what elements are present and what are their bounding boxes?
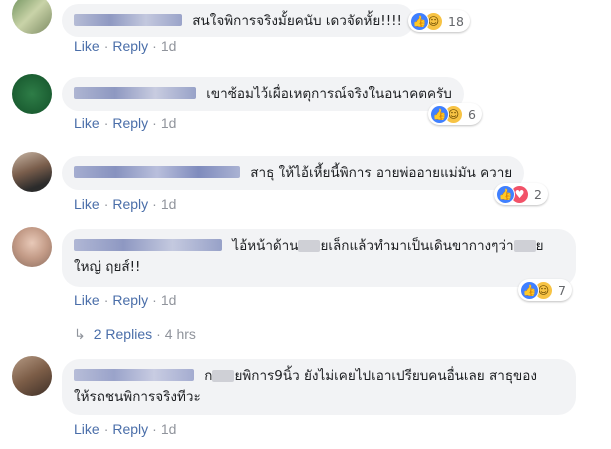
comment-bubble: เขาซ้อมไว้เผื่อเหตุการณ์จริงในอนาคตครับ: [62, 77, 464, 111]
separator-dot: ·: [152, 421, 157, 437]
like-reaction-icon: 👍: [496, 184, 515, 204]
timestamp[interactable]: 1d: [161, 38, 177, 54]
reaction-summary[interactable]: 👍 ☺ 7: [518, 279, 572, 301]
comment-bubble: สนใจพิการจริงมั้ยคนับ เดวจัดหั้ย!!!!: [62, 4, 414, 37]
separator-dot: ·: [103, 421, 109, 437]
view-replies[interactable]: ↳ 2 Replies · 4 hrs: [74, 326, 196, 343]
author-name-blurred[interactable]: [74, 369, 194, 381]
comment-actions: Like · Reply · 1d: [74, 421, 176, 437]
comment-text: สาธุ ให้ไอ้เหี้ยนี้พิการ อายพ่ออายแม่มัน…: [250, 165, 513, 181]
comment-text-part-1: ไอ้หน้าด้าน: [232, 238, 299, 254]
like-reaction-icon: 👍: [430, 104, 449, 124]
comment-actions: Like · Reply · 1d: [74, 292, 176, 308]
author-name-blurred[interactable]: [74, 87, 196, 99]
reaction-summary[interactable]: 👍 ♥ 2: [494, 183, 548, 205]
separator-dot: ·: [156, 326, 161, 342]
comment-bubble: ก ยพิการ9นิ้ว ยังไม่เคยไปเอาเปรียบคนอื่นเ…: [62, 359, 576, 415]
censored-word: [513, 240, 536, 252]
separator-dot: ·: [103, 196, 109, 212]
comment-text: เขาซ้อมไว้เผื่อเหตุการณ์จริงในอนาคตครับ: [206, 86, 452, 102]
reply-link[interactable]: Reply: [112, 292, 148, 308]
comment-text-part-1: ก: [204, 368, 213, 384]
reaction-count: 7: [558, 282, 566, 298]
separator-dot: ·: [103, 115, 109, 131]
censored-word: [298, 240, 321, 252]
separator-dot: ·: [103, 38, 109, 54]
replies-time: 4 hrs: [164, 326, 196, 342]
comment-actions: Like · Reply · 1d: [74, 38, 176, 54]
author-name-blurred[interactable]: [74, 166, 240, 178]
like-link[interactable]: Like: [74, 196, 100, 212]
reply-link[interactable]: Reply: [112, 421, 148, 437]
reply-link[interactable]: Reply: [112, 115, 148, 131]
timestamp[interactable]: 1d: [161, 292, 177, 308]
reaction-count: 6: [468, 106, 476, 122]
separator-dot: ·: [152, 292, 157, 308]
avatar[interactable]: [12, 152, 52, 192]
separator-dot: ·: [152, 38, 157, 54]
separator-dot: ·: [152, 196, 157, 212]
timestamp[interactable]: 1d: [161, 421, 177, 437]
censored-word: [212, 370, 235, 382]
replies-count-link[interactable]: 2 Replies: [94, 326, 152, 342]
comment-bubble: ไอ้หน้าด้าน ยเล็กแล้วทำมาเป็นเดินขากางๆว่…: [62, 229, 576, 287]
comment-actions: Like · Reply · 1d: [74, 115, 176, 131]
like-link[interactable]: Like: [74, 38, 100, 54]
reply-link[interactable]: Reply: [112, 196, 148, 212]
reaction-summary[interactable]: 👍 ☺ 18: [408, 10, 470, 32]
like-link[interactable]: Like: [74, 292, 100, 308]
separator-dot: ·: [152, 115, 157, 131]
like-reaction-icon: 👍: [520, 280, 539, 300]
comment-text-line-2: ใหญ่ ฤยส์!!: [74, 259, 141, 275]
reply-arrow-icon: ↳: [74, 326, 86, 342]
comment-bubble: สาธุ ให้ไอ้เหี้ยนี้พิการ อายพ่ออายแม่มัน…: [62, 156, 525, 190]
like-reaction-icon: 👍: [410, 11, 429, 31]
avatar[interactable]: [12, 227, 52, 267]
comment-text-part-3: ย: [535, 238, 544, 254]
comment-text-part-2: ยพิการ9นิ้ว ยังไม่เคยไปเอาเปรียบคนอื่นเล…: [234, 368, 537, 384]
avatar[interactable]: [12, 356, 52, 396]
timestamp[interactable]: 1d: [161, 196, 177, 212]
author-name-blurred[interactable]: [74, 239, 222, 251]
reaction-count: 18: [448, 13, 464, 29]
comment-actions: Like · Reply · 1d: [74, 196, 176, 212]
separator-dot: ·: [103, 292, 109, 308]
comment-text-part-2: ยเล็กแล้วทำมาเป็นเดินขากางๆว่า: [320, 238, 514, 254]
comment-text-line-2: ให้รถชนพิการจริงทีวะ: [74, 389, 201, 405]
timestamp[interactable]: 1d: [161, 115, 177, 131]
like-link[interactable]: Like: [74, 115, 100, 131]
avatar[interactable]: [12, 74, 52, 114]
author-name-blurred[interactable]: [74, 14, 182, 26]
comment-text: สนใจพิการจริงมั้ยคนับ เดวจัดหั้ย!!!!: [192, 13, 402, 29]
reply-link[interactable]: Reply: [112, 38, 148, 54]
reaction-count: 2: [534, 186, 542, 202]
reaction-summary[interactable]: 👍 ☺ 6: [428, 103, 482, 125]
like-link[interactable]: Like: [74, 421, 100, 437]
avatar[interactable]: [12, 0, 52, 34]
